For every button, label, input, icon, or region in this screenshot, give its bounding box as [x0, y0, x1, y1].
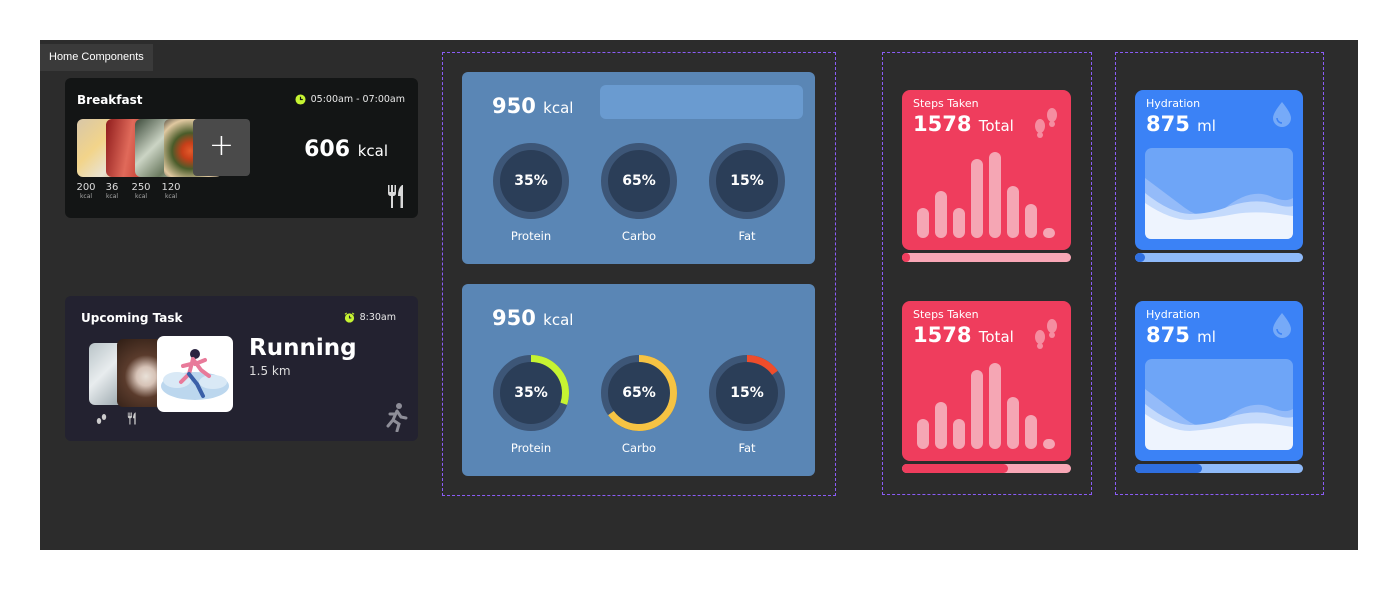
steps-bar [971, 158, 983, 238]
steps-bar [989, 363, 1001, 449]
macro-kcal: 950 kcal [492, 94, 574, 118]
steps-progress-fill [902, 464, 1009, 473]
running-illustration [157, 336, 233, 412]
steps-bar [1043, 438, 1055, 449]
steps-progress-1 [902, 253, 1071, 262]
steps-total: 1578 Total [913, 112, 1014, 136]
steps-bar [1025, 414, 1037, 449]
steps-progress-fill [902, 253, 911, 262]
steps-bar [1007, 397, 1019, 449]
steps-bar [935, 401, 947, 449]
steps-bar [953, 207, 965, 238]
running-person-icon [386, 403, 408, 432]
fork-knife-icon [388, 185, 403, 208]
hydration-caption: Hydration [1146, 308, 1201, 321]
steps-card-2[interactable]: Steps Taken 1578 Total [902, 301, 1071, 461]
task-distance: 1.5 km [249, 364, 291, 378]
carbo-label: Carbo [621, 229, 657, 243]
hydration-progress-fill [1135, 253, 1146, 262]
fat-ring: 15% [708, 354, 786, 432]
carbo-ring: 65% [600, 142, 678, 220]
steps-caption: Steps Taken [913, 97, 979, 110]
steps-bar [917, 418, 929, 449]
footprints-icon [1035, 108, 1057, 138]
water-wave-chart [1145, 359, 1293, 450]
fat-label: Fat [738, 229, 756, 243]
steps-bar [1007, 186, 1019, 238]
hydration-progress-1 [1135, 253, 1303, 262]
hydration-card-2[interactable]: Hydration 875 ml [1135, 301, 1303, 461]
food-kcal-2: 36 kcal [105, 182, 119, 200]
task-time: 8:30am [344, 312, 396, 323]
task-name: Running [249, 335, 357, 361]
clock-icon [295, 94, 306, 105]
breakfast-title: Breakfast [77, 93, 143, 107]
task-title: Upcoming Task [81, 311, 183, 325]
footprints-icon [1035, 319, 1057, 349]
steps-bar [917, 207, 929, 238]
frame-tab-label[interactable]: Home Components [40, 44, 153, 71]
macro-card-1[interactable]: 950 kcal 35% Protein 65% Carbo 15% Fat [462, 72, 815, 264]
water-drop-icon [1273, 102, 1291, 127]
breakfast-time-text: 05:00am - 07:00am [310, 94, 405, 105]
steps-bar [1043, 227, 1055, 238]
runner-illustration-icon [161, 349, 229, 400]
breakfast-time: 05:00am - 07:00am [295, 94, 405, 105]
water-drop-icon [1273, 313, 1291, 338]
steps-bar [1025, 203, 1037, 238]
upcoming-task-card[interactable]: Upcoming Task 8:30am Running 1.5 km [65, 296, 418, 441]
fat-label: Fat [738, 441, 756, 455]
steps-progress-2 [902, 464, 1071, 473]
hydration-progress-fill [1135, 464, 1203, 473]
carbo-label: Carbo [621, 441, 657, 455]
fat-ring: 15% [708, 142, 786, 220]
steps-total: 1578 Total [913, 323, 1014, 347]
macro-header-bar [600, 85, 803, 119]
task-time-text: 8:30am [359, 312, 396, 323]
food-kcal-3: 250 kcal [131, 182, 151, 200]
protein-ring: 35% [492, 142, 570, 220]
hydration-total: 875 ml [1146, 112, 1216, 136]
add-food-button[interactable]: + [193, 119, 250, 176]
steps-bar [971, 369, 983, 449]
fork-knife-small-icon [127, 412, 136, 425]
protein-label: Protein [510, 441, 552, 455]
food-kcal-1: 200 kcal [76, 182, 96, 200]
food-kcal-4: 120 kcal [161, 182, 181, 200]
protein-label: Protein [510, 229, 552, 243]
alarm-icon [344, 312, 354, 323]
breakfast-total-kcal: 606 kcal [304, 137, 388, 162]
steps-bar [953, 418, 965, 449]
hydration-total: 875 ml [1146, 323, 1216, 347]
carbo-ring: 65% [600, 354, 678, 432]
water-wave-chart [1145, 148, 1293, 239]
macro-kcal: 950 kcal [492, 306, 574, 330]
footsteps-icon [96, 414, 107, 424]
protein-ring: 35% [492, 354, 570, 432]
hydration-card-1[interactable]: Hydration 875 ml [1135, 90, 1303, 250]
hydration-progress-2 [1135, 464, 1303, 473]
hydration-caption: Hydration [1146, 97, 1201, 110]
steps-caption: Steps Taken [913, 308, 979, 321]
breakfast-card[interactable]: Breakfast 05:00am - 07:00am + 200 kcal 36… [65, 78, 418, 218]
steps-bar [989, 152, 1001, 238]
macro-card-2[interactable]: 950 kcal 35% Protein 65% Carbo 15% Fat [462, 284, 815, 476]
steps-bar [935, 190, 947, 238]
steps-card-1[interactable]: Steps Taken 1578 Total [902, 90, 1071, 250]
